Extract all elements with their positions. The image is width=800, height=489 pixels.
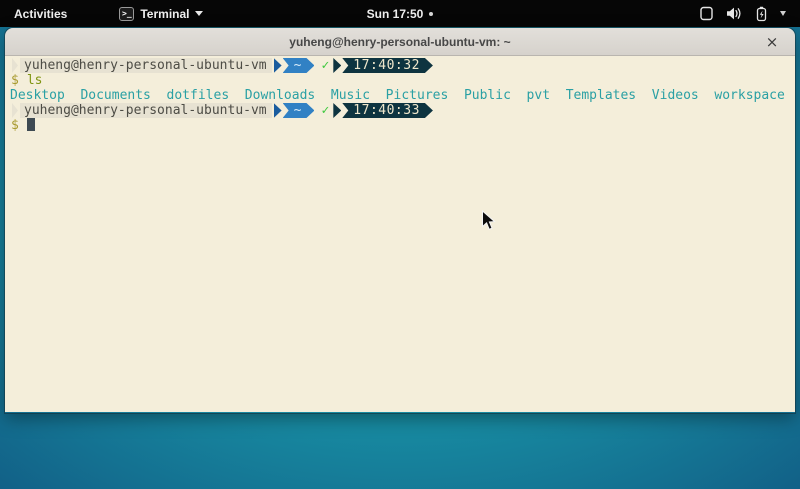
prompt-path-segment: ~ [283,58,315,73]
powerline-chevron-icon [12,103,18,118]
window-title: yuheng@henry-personal-ubuntu-vm: ~ [289,35,510,49]
prompt-time-segment: 17:40:33 [342,103,433,118]
powerline-chevron-icon [12,58,18,73]
terminal-cursor [27,118,35,131]
battery-charging-icon [755,6,768,22]
terminal-content[interactable]: yuheng@henry-personal-ubuntu-vm ~ ✓ 17:4… [5,56,795,412]
powerline-arrow-icon [333,103,341,118]
status-check-icon: ✓ [321,58,329,73]
prompt-line-1: yuheng@henry-personal-ubuntu-vm ~ ✓ 17:4… [9,58,795,73]
command-text: ls [27,73,43,88]
notification-dot-icon [429,12,433,16]
powerline-arrow-icon [274,58,282,73]
mouse-pointer-icon [481,210,496,231]
powerline-arrow-icon [333,58,341,73]
volume-icon [726,6,743,21]
prompt-line-2: yuheng@henry-personal-ubuntu-vm ~ ✓ 17:4… [9,103,795,118]
chevron-down-icon [195,11,203,16]
app-menu-button[interactable]: >_ Terminal [109,0,213,27]
top-bar: Activities >_ Terminal Sun 17:50 [0,0,800,27]
status-check-icon: ✓ [321,103,329,118]
close-button[interactable]: × [763,33,781,51]
terminal-window: yuheng@henry-personal-ubuntu-vm: ~ × yuh… [5,28,795,413]
chevron-down-icon [780,11,786,16]
display-icon [699,6,714,21]
prompt-symbol: $ [11,118,19,133]
prompt-path-segment: ~ [283,103,315,118]
prompt-time-segment: 17:40:32 [342,58,433,73]
window-titlebar[interactable]: yuheng@henry-personal-ubuntu-vm: ~ × [5,28,795,56]
ls-output: Desktop Documents dotfiles Downloads Mus… [9,88,795,103]
input-line: $ [9,118,795,133]
system-status-area[interactable] [685,0,800,27]
app-menu-label: Terminal [140,7,189,21]
prompt-user-segment: yuheng@henry-personal-ubuntu-vm [20,58,272,73]
clock-label: Sun 17:50 [367,7,424,21]
command-line: $ ls [9,73,795,88]
terminal-app-icon: >_ [119,7,134,21]
prompt-user-segment: yuheng@henry-personal-ubuntu-vm [20,103,272,118]
prompt-symbol: $ [11,73,19,88]
activities-label: Activities [14,7,67,21]
activities-button[interactable]: Activities [0,0,81,27]
powerline-arrow-icon [274,103,282,118]
